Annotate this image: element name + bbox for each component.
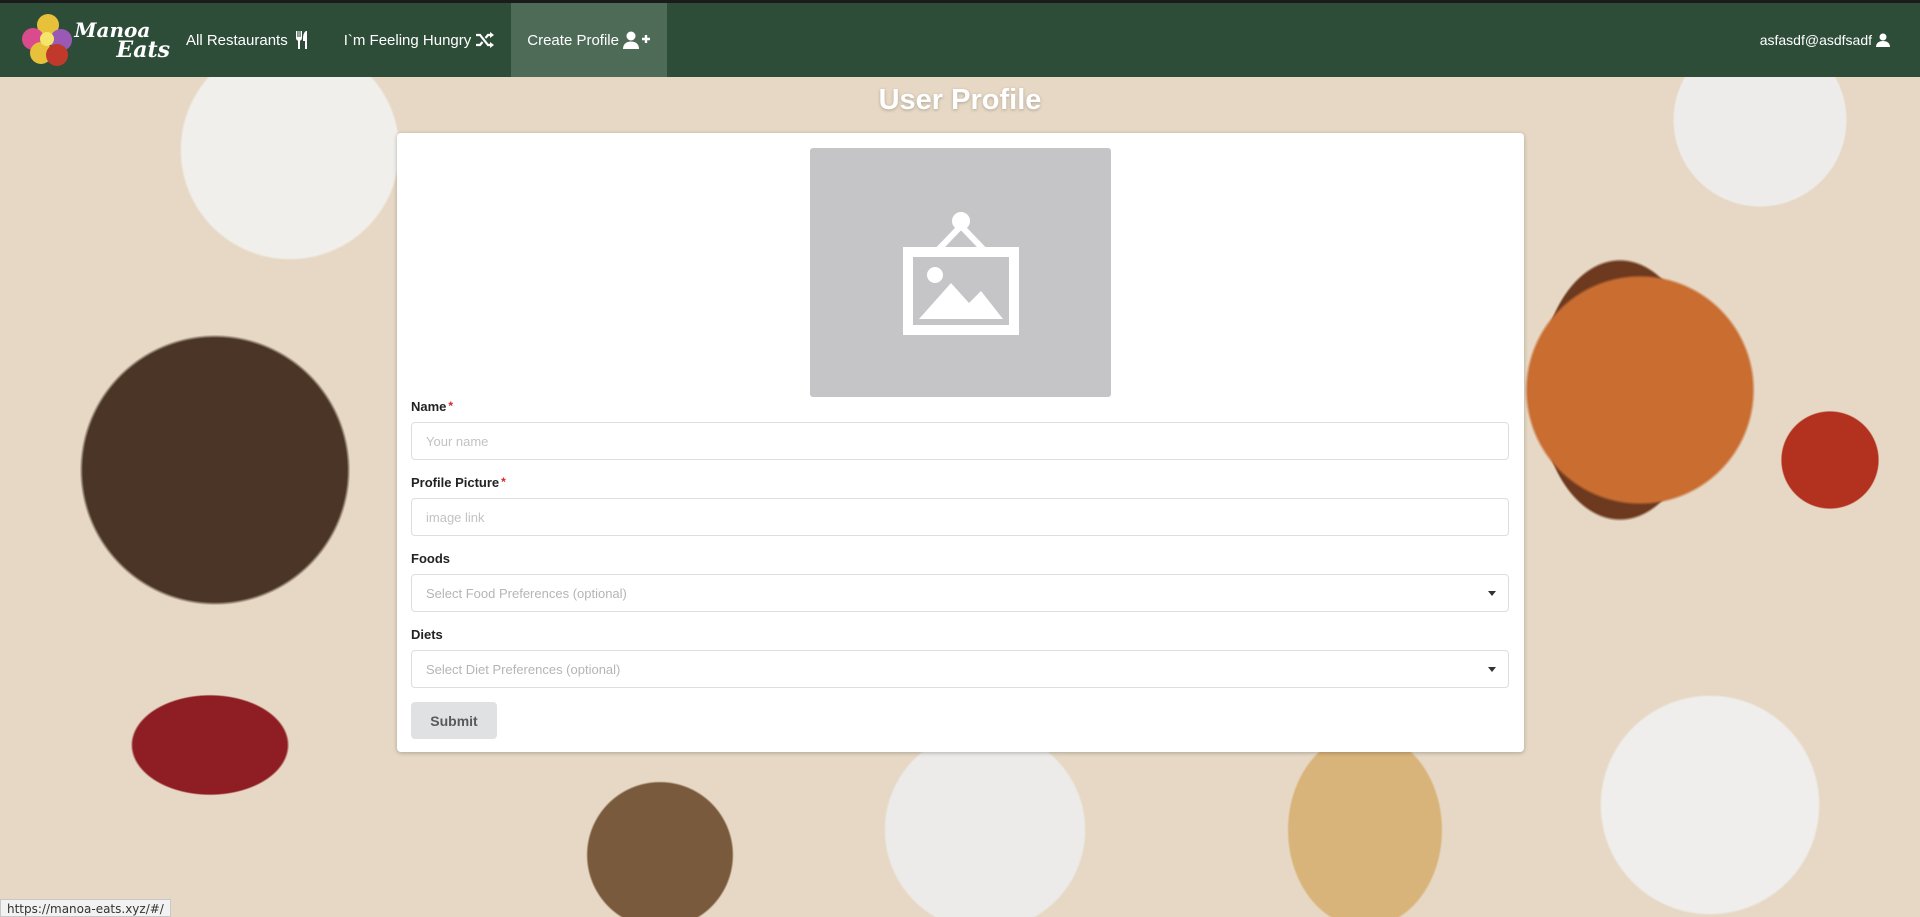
user-icon xyxy=(1876,33,1890,47)
foods-dropdown[interactable]: Select Food Preferences (optional) xyxy=(411,574,1509,612)
diets-dropdown-placeholder: Select Diet Preferences (optional) xyxy=(426,661,621,677)
user-menu[interactable]: asfasdf@asdfsadf xyxy=(1744,3,1906,77)
profile-picture-label: Profile Picture * xyxy=(411,475,506,490)
utensils-icon xyxy=(295,31,307,49)
name-label-text: Name xyxy=(411,399,447,414)
profile-image-preview xyxy=(810,148,1111,397)
user-plus-icon xyxy=(622,31,650,49)
chevron-down-icon xyxy=(1488,590,1496,596)
diets-dropdown[interactable]: Select Diet Preferences (optional) xyxy=(411,650,1509,688)
diets-label: Diets xyxy=(411,627,443,642)
required-marker: * xyxy=(448,399,454,413)
required-marker: * xyxy=(501,475,506,489)
hibiscus-logo-icon xyxy=(20,12,72,68)
brand-line2: Eats xyxy=(116,37,170,63)
submit-button[interactable]: Submit xyxy=(411,702,497,739)
top-navbar: Manoa Eats All Restaurants I`m Feeling H… xyxy=(0,0,1920,77)
foods-dropdown-placeholder: Select Food Preferences (optional) xyxy=(426,585,627,601)
image-placeholder-icon xyxy=(902,211,1019,335)
nav-create-profile[interactable]: Create Profile xyxy=(511,3,667,77)
nav-all-restaurants[interactable]: All Restaurants xyxy=(170,3,328,77)
shuffle-icon xyxy=(476,32,495,48)
page-title: User Profile xyxy=(878,84,1042,116)
status-bar-url: https://manoa-eats.xyz/#/ xyxy=(0,899,171,917)
nav-all-restaurants-label: All Restaurants xyxy=(186,31,288,49)
name-input[interactable] xyxy=(411,422,1509,460)
brand-logo[interactable]: Manoa Eats xyxy=(20,10,170,70)
name-label: Name * xyxy=(411,399,453,414)
chevron-down-icon xyxy=(1488,666,1496,672)
profile-form-card: Name* Profile Picture* Foods Select Food… xyxy=(397,133,1524,752)
nav-feeling-hungry-label: I`m Feeling Hungry xyxy=(343,31,472,49)
profile-picture-input[interactable] xyxy=(411,498,1509,536)
profile-picture-label-text: Profile Picture xyxy=(411,475,500,490)
brand-name: Manoa Eats xyxy=(74,20,170,63)
user-email: asfasdf@asdfsadf xyxy=(1759,32,1872,48)
foods-label: Foods xyxy=(411,551,450,566)
nav-feeling-hungry[interactable]: I`m Feeling Hungry xyxy=(328,3,512,77)
nav-create-profile-label: Create Profile xyxy=(527,31,619,49)
